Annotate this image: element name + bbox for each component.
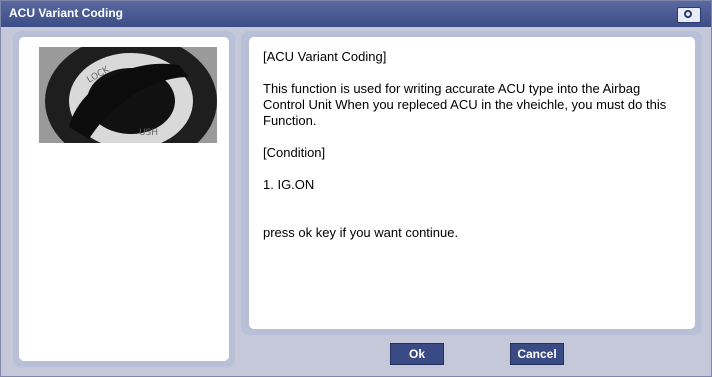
message-text: [ACU Variant Coding] This function is us… — [263, 49, 683, 257]
condition-heading: [Condition] — [263, 145, 326, 160]
ok-button[interactable]: Ok — [390, 343, 444, 365]
window-title: ACU Variant Coding — [9, 6, 124, 20]
message-box: [ACU Variant Coding] This function is us… — [249, 37, 695, 329]
dialog-window: ACU Variant Coding LOCK USH [ACU Variant… — [0, 0, 712, 377]
left-panel-content: LOCK USH — [19, 37, 229, 361]
cancel-button[interactable]: Cancel — [510, 343, 564, 365]
message-description: This function is used for writing accura… — [263, 81, 667, 128]
ignition-key-icon: LOCK USH — [39, 47, 217, 143]
message-heading: [ACU Variant Coding] — [263, 49, 387, 64]
right-panel: [ACU Variant Coding] This function is us… — [241, 31, 702, 335]
svg-text:USH: USH — [139, 128, 158, 138]
continue-prompt: press ok key if you want continue. — [263, 225, 459, 240]
title-bar: ACU Variant Coding — [1, 1, 711, 27]
condition-item: 1. IG.ON — [263, 177, 315, 192]
camera-icon[interactable] — [677, 7, 701, 23]
left-panel: LOCK USH — [13, 31, 235, 367]
